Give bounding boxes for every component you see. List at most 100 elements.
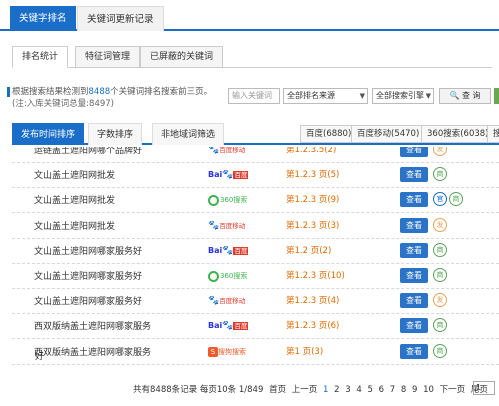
pager-page-2[interactable]: 2 [334,385,339,395]
search-button[interactable]: 🔍 查 询 [439,88,491,104]
tag-badge[interactable]: 发 [433,147,447,156]
tab-keyword-ranking[interactable]: 关键字排名 [10,6,76,31]
info-prefix: 根据搜索结果检测到 [12,87,89,97]
table-row: 文山盖土遮阳网批发 360搜索 第1.2.3 页(9) 查看官商 [12,188,499,214]
sort-by-word-count[interactable]: 字数排序 [88,123,143,145]
sub-tab-bar: 排名统计 特征词管理 已屏蔽的关键词 [12,46,492,68]
engine-label: 百度 [233,171,249,180]
tag-badge[interactable]: 发 [433,293,447,308]
engine-label: 百度 [233,246,249,255]
tag-badge[interactable]: 商 [433,167,447,182]
tag-badge[interactable]: 商 [433,318,447,333]
subtab-ranking-stats[interactable]: 排名统计 [12,46,69,68]
tag-badge[interactable]: 商 [433,242,447,257]
chevron-down-icon: ▼ [359,92,365,100]
engine-tab-baidu[interactable]: 百度(6880) [300,125,358,143]
engine-label: 360搜索 [220,272,248,280]
keyword-search-input[interactable]: 输入关键词 [228,88,280,104]
view-button[interactable]: 查看 [400,293,428,309]
engine-logo: Bai🐾百度 [208,167,254,183]
page-number-input[interactable]: 1 [473,381,495,395]
pager-page-7[interactable]: 7 [390,385,395,395]
sogou-logo-icon: S [208,346,218,357]
source-select[interactable]: 全部排名来源 ▼ [283,88,368,104]
view-button[interactable]: 查看 [400,167,428,183]
pager-prev[interactable]: 上一页 [292,385,318,395]
subtab-blocked-keywords[interactable]: 已屏蔽的关键词 [140,46,224,68]
view-button[interactable]: 查看 [400,268,428,283]
engine-logo: 🐾百度移动 [208,293,254,309]
chevron-down-icon: ▼ [425,92,431,100]
engine-tab-baidu-mobile[interactable]: 百度移动(5470) [351,125,426,143]
360-ring-icon [208,270,219,282]
pager-page-4[interactable]: 4 [356,385,361,395]
engine-tab-360[interactable]: 360搜索(6038) [421,125,495,143]
summary-info: 根据搜索结果检测到8488个关键词排名搜索前三页。 (注:入库关键词总量:849… [7,86,222,110]
search-icon: 🔍 [449,91,460,100]
keyword-text: 文山盖土遮阳网哪家服务好 [34,246,143,257]
tag-badge[interactable]: 商 [449,192,463,207]
engine-select-value: 全部搜索引擎 [376,91,424,100]
table-row: 文山盖土遮阳网哪家服务好 360搜索 第1.2.3 页(10) 查看商 [12,264,499,289]
keyword-text: 西双版纳盖土遮阳网哪家服务 [34,347,152,358]
rank-text: 第1.2 页(2) [286,245,332,256]
baidu-logo-icon: Bai [208,245,223,255]
view-button[interactable]: 查看 [400,147,428,157]
360-ring-icon [208,194,219,206]
view-button[interactable]: 查看 [400,192,428,208]
view-button[interactable]: 查看 [400,242,428,258]
tag-badge[interactable]: 商 [433,343,447,358]
info-suffix: 个关键词排名搜索前三页。 [110,87,213,97]
engine-label: 搜狗搜索 [218,347,246,356]
pager-page-6[interactable]: 6 [379,385,384,395]
pagination: 共有8488条记录 每页10条 1/849 首页 上一页 1 2 3 4 5 6… [133,383,491,395]
table-row: 文山盖土遮阳网批发 🐾百度移动 第1.2.3 页(3) 查看发 [12,214,499,239]
keyword-text: 运链盖土遮阳网哪个品牌好 [34,147,143,156]
tag-badge[interactable]: 商 [433,268,447,282]
keyword-text: 文山盖土遮阳网批发 [34,171,116,182]
pager-page-5[interactable]: 5 [368,385,373,395]
pager-page-8[interactable]: 8 [401,385,406,395]
engine-tab-sogou[interactable]: 搜 [487,125,499,143]
pager-summary: 共有8488条记录 每页10条 1/849 [133,385,264,395]
view-button[interactable]: 查看 [400,217,428,233]
pager-page-9[interactable]: 9 [412,385,417,395]
sort-by-publish-time[interactable]: 发布时间排序 [12,123,85,145]
engine-label: 百度移动 [219,297,246,306]
sort-bar: 发布时间排序 字数排序 非地域词筛选 百度(6880) 百度移动(5470) 3… [12,123,499,145]
pager-page-1[interactable]: 1 [323,385,328,395]
green-action-button[interactable] [494,88,499,104]
rank-text: 第1.2.3 页(3) [286,220,340,231]
engine-logo: 360搜索 [208,268,254,284]
filter-non-region[interactable]: 非地域词筛选 [152,123,225,145]
paw-icon: 🐾 [222,321,234,332]
paw-icon: 🐾 [222,245,234,256]
subtab-feature-words[interactable]: 特征词管理 [75,46,141,68]
pager-page-3[interactable]: 3 [345,385,350,395]
engine-select[interactable]: 全部搜索引擎 ▼ [372,88,434,104]
engine-label: 百度移动 [219,147,246,154]
tab-keyword-update-log[interactable]: 关键词更新记录 [77,6,164,31]
rank-text: 第1.2.3 页(9) [286,195,340,206]
view-button[interactable]: 查看 [400,318,428,334]
paw-icon: 🐾 [208,147,220,155]
engine-logo: 🐾百度移动 [208,147,254,158]
rank-text: 第1.2.3 页(4) [286,296,340,307]
info-bar [7,87,10,97]
table-row: 运链盖土遮阳网哪个品牌好 🐾百度移动 第1.2.3.5(2) 查看发 [12,147,499,163]
source-select-value: 全部排名来源 [287,91,335,100]
rank-text: 第1.2.3 页(10) [286,271,345,281]
paw-icon: 🐾 [222,170,234,181]
pager-page-10[interactable]: 10 [423,385,434,395]
keyword-text: 文山盖土遮阳网哪家服务好 [34,297,143,308]
tag-badge[interactable]: 官 [433,192,447,207]
view-button[interactable]: 查看 [400,343,428,359]
engine-logo: Bai🐾百度 [208,243,254,259]
table-row: 文山盖土遮阳网批发 Bai🐾百度 第1.2.3 页(5) 查看商 [12,163,499,189]
keyword-text: 文山盖土遮阳网批发 [34,196,116,207]
pager-next[interactable]: 下一页 [440,385,466,395]
tag-badge[interactable]: 发 [433,217,447,232]
pager-first[interactable]: 首页 [269,385,286,395]
keyword-overflow-text: 好 [35,352,45,362]
baidu-logo-icon: Bai [208,170,223,180]
